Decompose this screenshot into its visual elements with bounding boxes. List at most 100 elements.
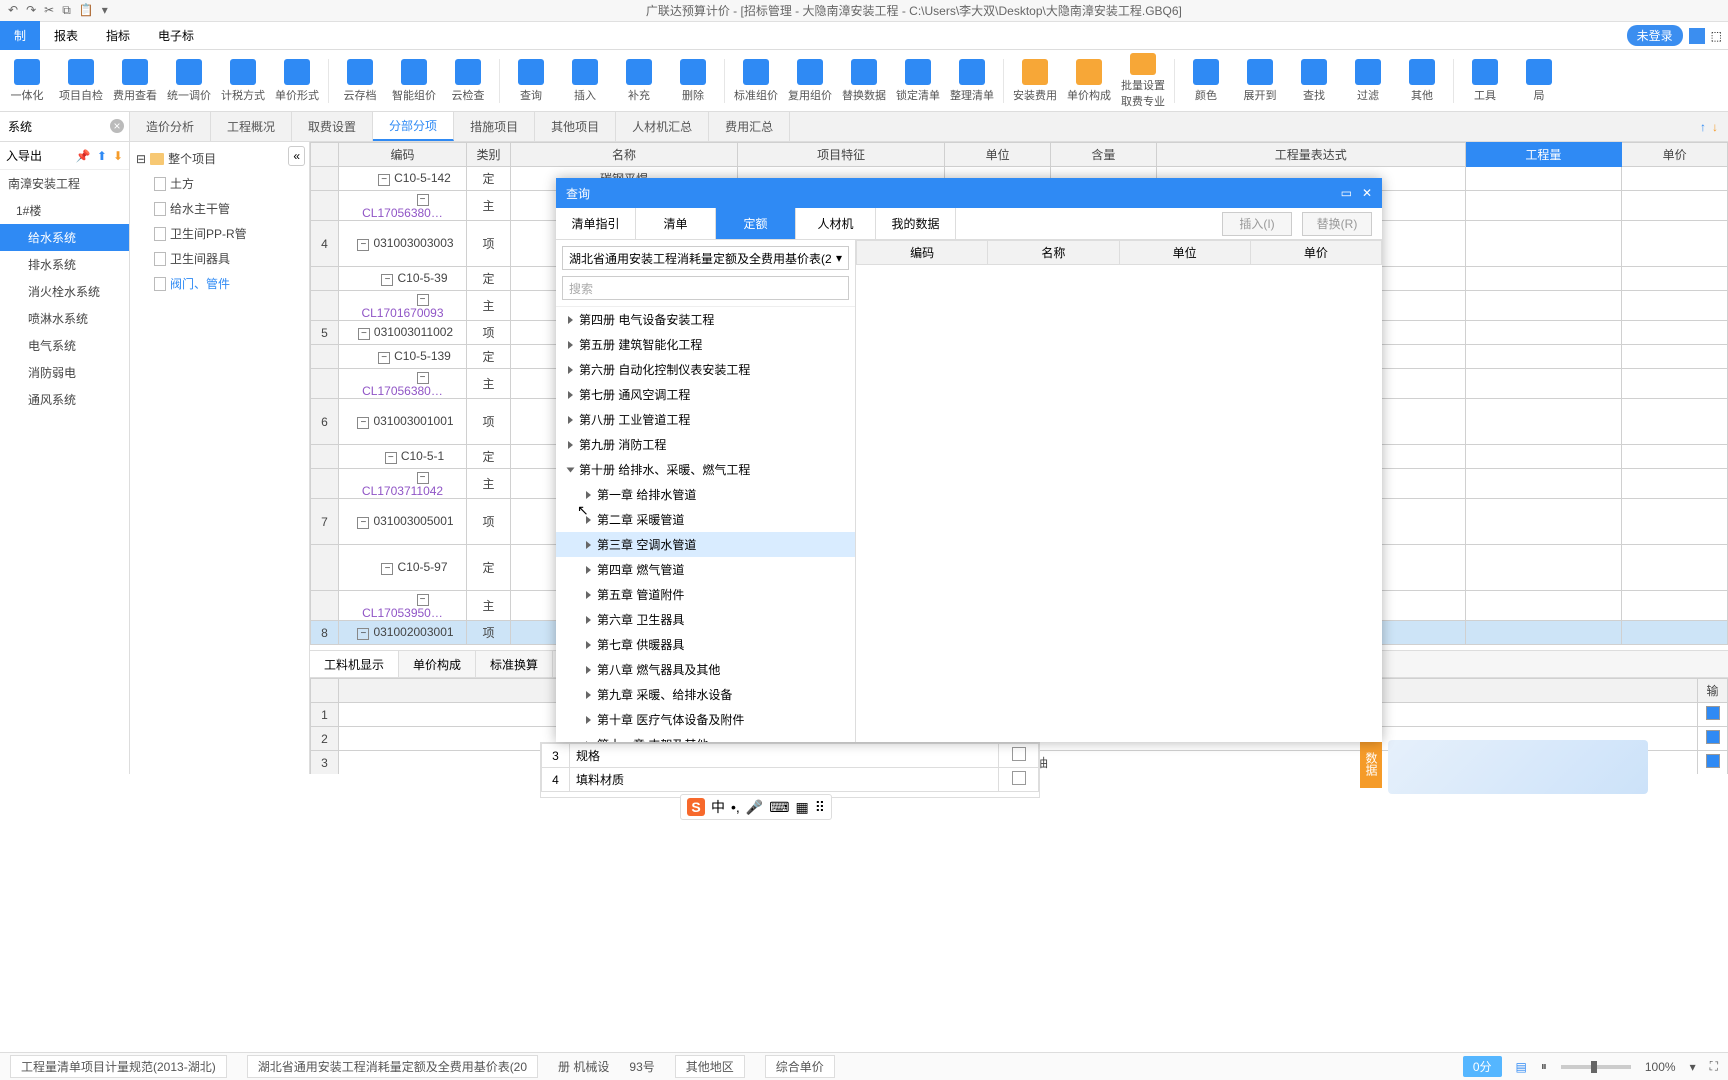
tool-智能组价[interactable]: 智能组价 xyxy=(387,53,441,109)
tree-node[interactable]: 土方 xyxy=(134,171,305,196)
tool-过滤[interactable]: 过滤 xyxy=(1341,53,1395,109)
col-header[interactable]: 工程量表达式 xyxy=(1156,143,1465,167)
quota-tree-item[interactable]: 第七册 通风空调工程 xyxy=(556,382,855,407)
tab-人材机汇总[interactable]: 人材机汇总 xyxy=(616,112,709,141)
status-price-mode[interactable]: 综合单价 xyxy=(765,1055,835,1078)
nav-item[interactable]: 消火栓水系统 xyxy=(0,278,129,305)
dialog-tab[interactable]: 定额 xyxy=(716,208,796,239)
tool-查找[interactable]: 查找 xyxy=(1287,53,1341,109)
tool-统一调价[interactable]: 统一调价 xyxy=(162,53,216,109)
tab-取费设置[interactable]: 取费设置 xyxy=(292,112,373,141)
tab-工程概况[interactable]: 工程概况 xyxy=(211,112,292,141)
quota-tree-item[interactable]: 第一章 给排水管道 xyxy=(556,482,855,507)
ime-keyboard-icon[interactable]: ⌨ xyxy=(769,799,789,816)
toggle-icon[interactable]: − xyxy=(378,174,390,186)
col-header[interactable]: 工程量 xyxy=(1465,143,1622,167)
down-icon[interactable]: ⬇ xyxy=(113,149,123,163)
nav-item[interactable]: 消防弱电 xyxy=(0,359,129,386)
tool-查询[interactable]: 查询 xyxy=(504,53,558,109)
menu-电子标[interactable]: 电子标 xyxy=(144,21,208,50)
zoom-slider[interactable] xyxy=(1561,1065,1631,1069)
tool-批量设置 取费专业[interactable]: 批量设置 取费专业 xyxy=(1116,53,1170,109)
status-spec[interactable]: 工程量清单项目计量规范(2013-湖北) xyxy=(10,1055,227,1078)
col-header[interactable]: 单位 xyxy=(945,143,1051,167)
zoom-dropdown-icon[interactable]: ▾ xyxy=(1690,1060,1696,1074)
quota-tree-item[interactable]: 第二章 采暖管道 xyxy=(556,507,855,532)
ime-grid-icon[interactable]: ▦ xyxy=(795,799,808,816)
tool-一体化[interactable]: 一体化 xyxy=(0,53,54,109)
quota-tree-item[interactable]: 第十册 给排水、采暖、燃气工程 xyxy=(556,457,855,482)
quota-tree-item[interactable]: 第八册 工业管道工程 xyxy=(556,407,855,432)
tool-云存档[interactable]: 云存档 xyxy=(333,53,387,109)
bottom-tab[interactable]: 工料机显示 xyxy=(310,651,399,677)
tool-费用查看[interactable]: 费用查看 xyxy=(108,53,162,109)
spec-row[interactable]: 4填料材质 xyxy=(542,768,1039,792)
dialog-tab[interactable]: 清单 xyxy=(636,208,716,239)
ime-mic-icon[interactable]: 🎤 xyxy=(746,799,763,816)
tree-root[interactable]: ⊟ 整个项目 xyxy=(134,146,288,171)
undo-icon[interactable]: ↶ xyxy=(8,3,18,18)
search-input[interactable]: 搜索 xyxy=(562,276,849,300)
tool-补充[interactable]: 补充 xyxy=(612,53,666,109)
fullscreen-icon[interactable]: ⛶ xyxy=(1710,1059,1718,1074)
menu-制[interactable]: 制 xyxy=(0,21,40,50)
tool-插入[interactable]: 插入 xyxy=(558,53,612,109)
dialog-tab[interactable]: 我的数据 xyxy=(876,208,956,239)
toggle-icon[interactable]: − xyxy=(417,194,429,206)
toggle-icon[interactable]: − xyxy=(417,594,429,606)
quota-tree-item[interactable]: 第十章 医疗气体设备及附件 xyxy=(556,707,855,732)
tool-局[interactable]: 局 xyxy=(1512,53,1566,109)
nav-item[interactable]: 喷淋水系统 xyxy=(0,305,129,332)
dialog-tab[interactable]: 清单指引 xyxy=(556,208,636,239)
result-col-header[interactable]: 单位 xyxy=(1119,241,1250,265)
result-grid[interactable]: 编码名称单位单价 xyxy=(856,240,1382,265)
tab-措施项目[interactable]: 措施项目 xyxy=(454,112,535,141)
apps-icon[interactable] xyxy=(1689,28,1705,44)
collapse-icon[interactable]: « xyxy=(288,146,305,166)
col-header[interactable]: 含量 xyxy=(1051,143,1157,167)
tree-link-node[interactable]: 阀门、管件 xyxy=(134,271,305,296)
copy-icon[interactable]: ⧉ xyxy=(62,3,71,18)
toggle-icon[interactable]: − xyxy=(385,452,397,464)
nav-item[interactable]: 通风系统 xyxy=(0,386,129,413)
nav-item[interactable]: 电气系统 xyxy=(0,332,129,359)
quota-tree-item[interactable]: 第七章 供暖器具 xyxy=(556,632,855,657)
tree-node[interactable]: 卫生间PP-R管 xyxy=(134,221,305,246)
col-header[interactable]: 类别 xyxy=(467,143,511,167)
tool-云检查[interactable]: 云检查 xyxy=(441,53,495,109)
quota-tree-item[interactable]: 第五册 建筑智能化工程 xyxy=(556,332,855,357)
checkbox-icon[interactable] xyxy=(1706,754,1720,768)
tool-安装费用[interactable]: 安装费用 xyxy=(1008,53,1062,109)
checkbox-icon[interactable] xyxy=(1012,771,1026,785)
redo-icon[interactable]: ↷ xyxy=(26,3,36,18)
status-region[interactable]: 其他地区 xyxy=(675,1055,745,1078)
cut-icon[interactable]: ✂ xyxy=(44,3,54,18)
tool-展开到[interactable]: 展开到 xyxy=(1233,53,1287,109)
spec-row[interactable]: 3规格 xyxy=(542,744,1039,768)
quota-tree-item[interactable]: 第六册 自动化控制仪表安装工程 xyxy=(556,357,855,382)
tree-node[interactable]: 给水主干管 xyxy=(134,196,305,221)
result-col-header[interactable]: 编码 xyxy=(857,241,988,265)
quota-tree-item[interactable]: 第四章 燃气管道 xyxy=(556,557,855,582)
toggle-icon[interactable]: − xyxy=(378,352,390,364)
toggle-icon[interactable]: − xyxy=(357,628,369,640)
checkbox-icon[interactable] xyxy=(1012,747,1026,761)
tool-整理清单[interactable]: 整理清单 xyxy=(945,53,999,109)
tab-分部分项[interactable]: 分部分项 xyxy=(373,112,454,141)
nav-item[interactable]: 1#楼 xyxy=(0,197,129,224)
tool-单价形式[interactable]: 单价形式 xyxy=(270,53,324,109)
quota-tree-item[interactable]: 第十一章 支架及其他 xyxy=(556,732,855,742)
tab-造价分析[interactable]: 造价分析 xyxy=(130,112,211,141)
tool-锁定清单[interactable]: 锁定清单 xyxy=(891,53,945,109)
result-col-header[interactable]: 单价 xyxy=(1250,241,1381,265)
menu-报表[interactable]: 报表 xyxy=(40,21,92,50)
tool-工具[interactable]: 工具 xyxy=(1458,53,1512,109)
toggle-icon[interactable]: − xyxy=(357,517,369,529)
close-icon[interactable]: ✕ xyxy=(1362,186,1372,200)
pin-icon[interactable]: 📌 xyxy=(76,149,91,163)
maximize-icon[interactable]: ⬚ xyxy=(1711,29,1722,43)
tab-其他项目[interactable]: 其他项目 xyxy=(535,112,616,141)
arrow-up-icon[interactable]: ↑ xyxy=(1700,120,1706,134)
arrow-down-icon[interactable]: ↓ xyxy=(1712,120,1718,134)
quota-combo[interactable]: 湖北省通用安装工程消耗量定额及全费用基价表(2 ▾ xyxy=(562,246,849,270)
